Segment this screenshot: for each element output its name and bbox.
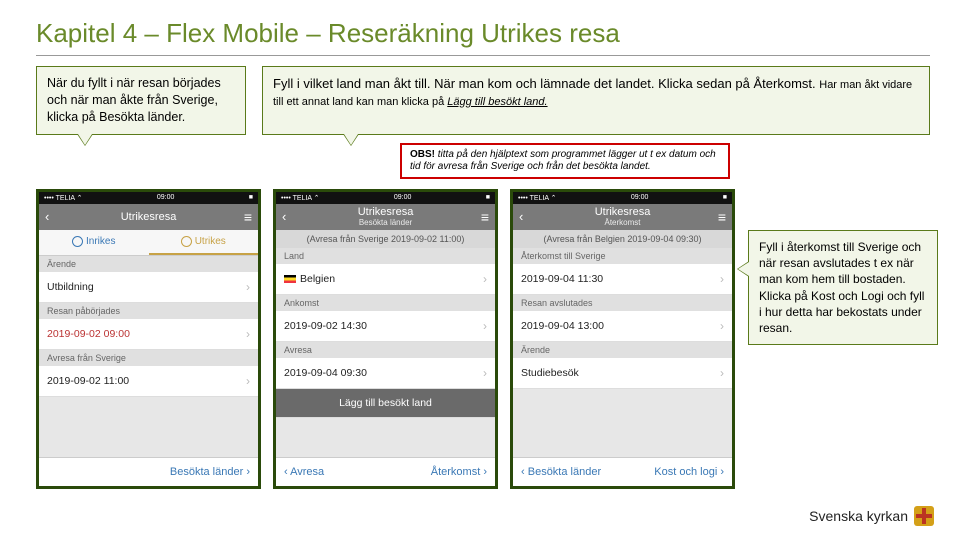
footer-nav: ‹ Besökta länder Kost och logi ›	[513, 457, 732, 486]
row-avresa[interactable]: 2019-09-02 11:00›	[39, 366, 258, 397]
phone-2: •••• TELIA ⌃09:00■ ‹UtrikesresaBesökta l…	[273, 189, 498, 489]
hint-text: (Avresa från Sverige 2019-09-02 11:00)	[276, 230, 495, 248]
nav-header: ‹UtrikesresaBesökta länder≡	[276, 204, 495, 230]
brand-logo: Svenska kyrkan	[809, 506, 934, 526]
chevron-right-icon: ›	[246, 327, 250, 341]
chevron-right-icon: ›	[246, 280, 250, 294]
footer-back[interactable]: ‹ Avresa	[284, 466, 324, 478]
row-avslut[interactable]: 2019-09-04 13:00›	[513, 311, 732, 342]
chevron-right-icon: ›	[246, 374, 250, 388]
status-bar: •••• TELIA ⌃09:00■	[39, 192, 258, 204]
status-bar: •••• TELIA ⌃09:00■	[276, 192, 495, 204]
row-ankomst[interactable]: 2019-09-02 14:30›	[276, 311, 495, 342]
footer-nav: ‹ Avresa Återkomst ›	[276, 457, 495, 486]
hint-text: (Avresa från Belgien 2019-09-04 09:30)	[513, 230, 732, 248]
row-land[interactable]: Belgien›	[276, 264, 495, 295]
phone-3: •••• TELIA ⌃09:00■ ‹UtrikesresaÅterkomst…	[510, 189, 735, 489]
callout-2: Fyll i vilket land man åkt till. När man…	[262, 66, 930, 135]
row-aterkomst[interactable]: 2019-09-04 11:30›	[513, 264, 732, 295]
obs-warning: OBS! titta på den hjälptext som programm…	[400, 143, 730, 179]
footer-next[interactable]: Återkomst ›	[431, 466, 487, 478]
globe-icon	[181, 236, 192, 247]
footer-back[interactable]: ‹ Besökta länder	[521, 466, 601, 478]
callout-1: När du fyllt i när resan börjades och nä…	[36, 66, 246, 135]
globe-icon	[72, 236, 83, 247]
status-bar: •••• TELIA ⌃09:00■	[513, 192, 732, 204]
logo-icon	[914, 506, 934, 526]
row-start[interactable]: 2019-09-02 09:00›	[39, 319, 258, 350]
add-country-button[interactable]: Lägg till besökt land	[276, 389, 495, 418]
chevron-right-icon: ›	[720, 366, 724, 380]
tab-utrikes[interactable]: Utrikes	[149, 230, 259, 255]
row-avresa2[interactable]: 2019-09-04 09:30›	[276, 358, 495, 389]
nav-header: ‹Utrikesresa≡	[39, 204, 258, 230]
nav-header: ‹UtrikesresaÅterkomst≡	[513, 204, 732, 230]
tab-inrikes[interactable]: Inrikes	[39, 230, 149, 255]
callout-3: Fyll i återkomst till Sverige och när re…	[748, 230, 938, 345]
tab-bar: Inrikes Utrikes	[39, 230, 258, 256]
chevron-right-icon: ›	[720, 272, 724, 286]
flag-icon	[284, 275, 296, 283]
phone-1: •••• TELIA ⌃09:00■ ‹Utrikesresa≡ Inrikes…	[36, 189, 261, 489]
chevron-right-icon: ›	[483, 319, 487, 333]
row-arende[interactable]: Utbildning›	[39, 272, 258, 303]
footer-link[interactable]: Besökta länder ›	[39, 457, 258, 486]
row-arende3[interactable]: Studiebesök›	[513, 358, 732, 389]
chevron-right-icon: ›	[483, 366, 487, 380]
footer-next[interactable]: Kost och logi ›	[654, 466, 724, 478]
page-title: Kapitel 4 – Flex Mobile – Reseräkning Ut…	[36, 0, 930, 55]
chevron-right-icon: ›	[483, 272, 487, 286]
chevron-right-icon: ›	[720, 319, 724, 333]
